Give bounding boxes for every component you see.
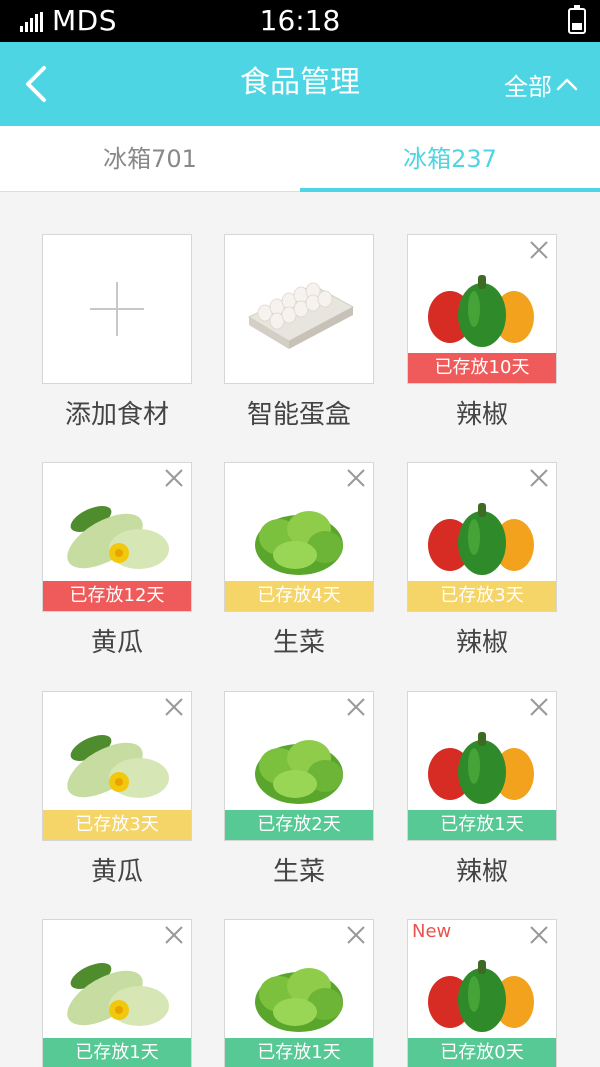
remove-item-button[interactable]	[345, 467, 367, 489]
food-card[interactable]: 已存放3天	[407, 462, 557, 612]
cucumber-icon	[67, 506, 169, 569]
storage-days-badge: 已存放3天	[408, 581, 556, 611]
close-icon	[530, 698, 548, 716]
remove-item-button[interactable]	[528, 924, 550, 946]
close-icon	[347, 469, 365, 487]
egg-tray-icon	[247, 282, 355, 349]
food-card[interactable]: 已存放10天	[407, 234, 557, 384]
food-card[interactable]: 已存放4天	[224, 462, 374, 612]
food-card[interactable]: 已存放1天	[42, 919, 192, 1067]
storage-days-badge: 已存放3天	[43, 810, 191, 840]
storage-days-badge: 已存放2天	[225, 810, 373, 840]
food-item[interactable]: 已存放4天生菜	[224, 462, 374, 658]
food-name: 黄瓜	[90, 857, 143, 887]
food-image	[422, 489, 542, 585]
lettuce-icon	[255, 511, 343, 575]
tab-fridge-237[interactable]: 冰箱237	[300, 126, 600, 192]
cucumber-icon	[67, 963, 169, 1026]
remove-item-button[interactable]	[163, 467, 185, 489]
food-card[interactable]: New 已存放0天	[407, 919, 557, 1067]
fridge-tabs: 冰箱701 冰箱237	[0, 126, 600, 192]
close-icon	[165, 698, 183, 716]
food-image	[57, 946, 177, 1042]
food-image	[239, 946, 359, 1042]
food-item[interactable]: 已存放3天黄瓜	[42, 691, 192, 887]
food-grid: 添加食材 智能蛋盒 已存放10天 辣椒 已存放12天 黄瓜 已存放4天 生菜 已…	[0, 192, 600, 1067]
remove-item-button[interactable]	[163, 696, 185, 718]
lettuce-icon	[255, 740, 343, 804]
pepper-icon	[428, 503, 534, 575]
close-icon	[530, 241, 548, 259]
food-item[interactable]: 已存放1天	[42, 919, 192, 1067]
add-food-card[interactable]	[42, 234, 192, 384]
food-image	[57, 489, 177, 585]
pepper-icon	[428, 960, 534, 1032]
lettuce-icon	[255, 968, 343, 1032]
remove-item-button[interactable]	[345, 696, 367, 718]
filter-label: 全部	[504, 72, 552, 101]
storage-days-badge: 已存放1天	[225, 1038, 373, 1067]
status-bar: MDS 16:18	[0, 0, 600, 42]
status-time: 16:18	[259, 4, 341, 37]
close-icon	[530, 469, 548, 487]
food-name: 辣椒	[455, 400, 508, 430]
food-card[interactable]: 已存放12天	[42, 462, 192, 612]
food-item[interactable]: 已存放1天	[224, 919, 374, 1067]
food-item[interactable]: 已存放10天 辣椒	[407, 234, 557, 430]
storage-days-badge: 已存放0天	[408, 1038, 556, 1067]
food-image	[422, 946, 542, 1042]
storage-days-badge: 已存放12天	[43, 581, 191, 611]
food-item[interactable]: 添加食材	[42, 234, 192, 430]
close-icon	[165, 926, 183, 944]
food-image	[239, 718, 359, 814]
battery-icon	[568, 5, 586, 34]
food-item[interactable]: 已存放1天辣椒	[407, 691, 557, 887]
remove-item-button[interactable]	[345, 924, 367, 946]
food-name: 辣椒	[455, 857, 508, 887]
header-bar: 食品管理 全部	[0, 42, 600, 126]
remove-item-button[interactable]	[163, 924, 185, 946]
food-name: 生菜	[272, 857, 325, 887]
food-card[interactable]: 已存放1天	[407, 691, 557, 841]
food-card[interactable]: 已存放3天	[42, 691, 192, 841]
tab-fridge-701[interactable]: 冰箱701	[0, 126, 300, 191]
storage-days-badge: 已存放1天	[408, 810, 556, 840]
food-name: 智能蛋盒	[246, 400, 351, 430]
food-card[interactable]	[224, 234, 374, 384]
food-card[interactable]: 已存放1天	[224, 919, 374, 1067]
remove-item-button[interactable]	[528, 696, 550, 718]
chevron-up-icon	[556, 78, 578, 91]
food-name: 黄瓜	[90, 628, 143, 658]
food-item[interactable]: 已存放3天辣椒	[407, 462, 557, 658]
food-name: 辣椒	[455, 628, 508, 658]
close-icon	[347, 698, 365, 716]
remove-item-button[interactable]	[528, 467, 550, 489]
pepper-icon	[428, 275, 534, 347]
storage-days-badge: 已存放10天	[408, 353, 556, 383]
food-image	[422, 261, 542, 357]
food-item[interactable]: 智能蛋盒	[224, 234, 374, 430]
filter-dropdown[interactable]: 全部	[504, 64, 578, 104]
food-item[interactable]: New 已存放0天	[407, 919, 557, 1067]
plus-icon	[90, 282, 144, 336]
food-image	[239, 489, 359, 585]
food-image	[422, 718, 542, 814]
pepper-icon	[428, 732, 534, 804]
close-icon	[165, 469, 183, 487]
close-icon	[347, 926, 365, 944]
storage-days-badge: 已存放4天	[225, 581, 373, 611]
food-card[interactable]: 已存放2天	[224, 691, 374, 841]
food-name: 添加食材	[64, 400, 169, 430]
storage-days-badge: 已存放1天	[43, 1038, 191, 1067]
cucumber-icon	[67, 735, 169, 798]
food-name: 生菜	[272, 628, 325, 658]
food-image	[57, 718, 177, 814]
food-item[interactable]: 已存放2天生菜	[224, 691, 374, 887]
food-item[interactable]: 已存放12天 黄瓜	[42, 462, 192, 658]
new-label: New	[412, 921, 452, 942]
remove-item-button[interactable]	[528, 239, 550, 261]
close-icon	[530, 926, 548, 944]
